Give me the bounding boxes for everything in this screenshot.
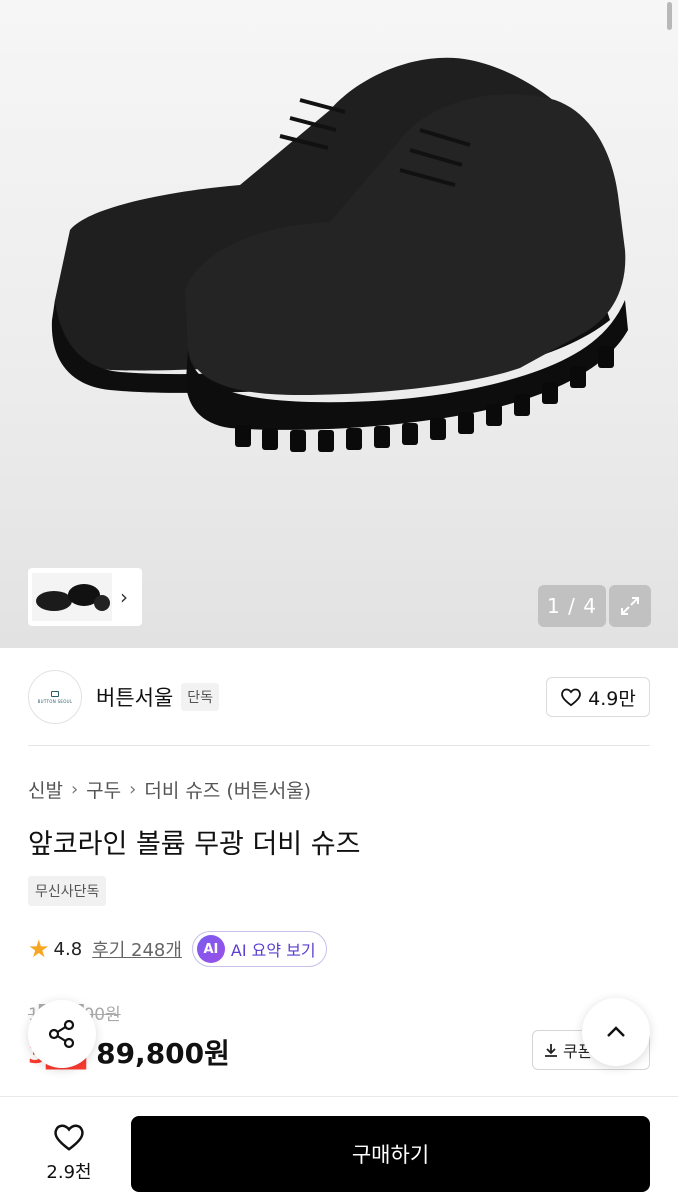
product-title: 앞코라인 볼륨 무광 더비 슈즈 — [28, 829, 361, 860]
brand-like-button[interactable]: 4.9만 — [546, 677, 650, 717]
brand-name[interactable]: 버튼서울 — [96, 682, 173, 712]
heart-icon — [561, 688, 582, 707]
download-icon — [545, 1044, 557, 1057]
heart-icon — [54, 1124, 84, 1151]
product-image-gallery[interactable]: › 1 / 4 — [0, 0, 678, 648]
rating-row: ★ 4.8 후기 248개 AI AI 요약 보기 — [28, 930, 327, 968]
chevron-up-icon — [607, 1026, 625, 1037]
brand-exclusive-tag: 단독 — [181, 683, 220, 711]
share-button[interactable] — [28, 1000, 96, 1068]
expand-button[interactable] — [609, 585, 651, 627]
chevron-right-icon[interactable]: › — [120, 587, 128, 607]
reviews-link[interactable]: 후기 248개 — [92, 936, 182, 962]
image-page-counter: 1 / 4 — [538, 585, 606, 627]
divider — [28, 745, 650, 746]
exclusive-badge: 무신사단독 — [28, 876, 107, 906]
chevron-right-icon: › — [70, 779, 79, 800]
breadcrumb-item[interactable]: 신발 — [28, 776, 63, 803]
star-icon: ★ — [28, 935, 50, 963]
brand-logo[interactable]: BUTTON SEOUL — [28, 670, 82, 724]
chevron-right-icon: › — [129, 779, 137, 800]
current-price: 89,800원 — [96, 1037, 230, 1070]
expand-icon — [621, 597, 639, 615]
buy-button[interactable]: 구매하기 — [131, 1116, 650, 1192]
share-icon — [48, 1019, 75, 1049]
rating-value: 4.8 — [53, 938, 83, 960]
brand-row: BUTTON SEOUL 버튼서울 단독 4.9만 — [28, 668, 650, 726]
scroll-top-button[interactable] — [582, 998, 650, 1066]
thumbnail-strip[interactable]: › — [28, 568, 142, 626]
wishlist-button[interactable]: 2.9천 — [30, 1118, 108, 1188]
wishlist-count: 2.9천 — [46, 1162, 92, 1183]
brand-logo-mark — [51, 690, 59, 697]
ai-icon: AI — [196, 935, 225, 963]
brand-logo-text: BUTTON SEOUL — [37, 698, 73, 704]
breadcrumb-item[interactable]: 더비 슈즈 (버튼서울) — [144, 776, 311, 803]
thumbnail-image[interactable] — [32, 573, 112, 621]
brand-like-count: 4.9만 — [588, 687, 636, 710]
scroll-indicator[interactable] — [667, 2, 672, 30]
breadcrumb: 신발 › 구두 › 더비 슈즈 (버튼서울) — [28, 776, 311, 803]
ai-summary-button[interactable]: AI AI 요약 보기 — [191, 931, 327, 967]
breadcrumb-item[interactable]: 구두 — [86, 776, 121, 803]
ai-summary-label: AI 요약 보기 — [230, 941, 316, 960]
product-image — [51, 57, 628, 452]
